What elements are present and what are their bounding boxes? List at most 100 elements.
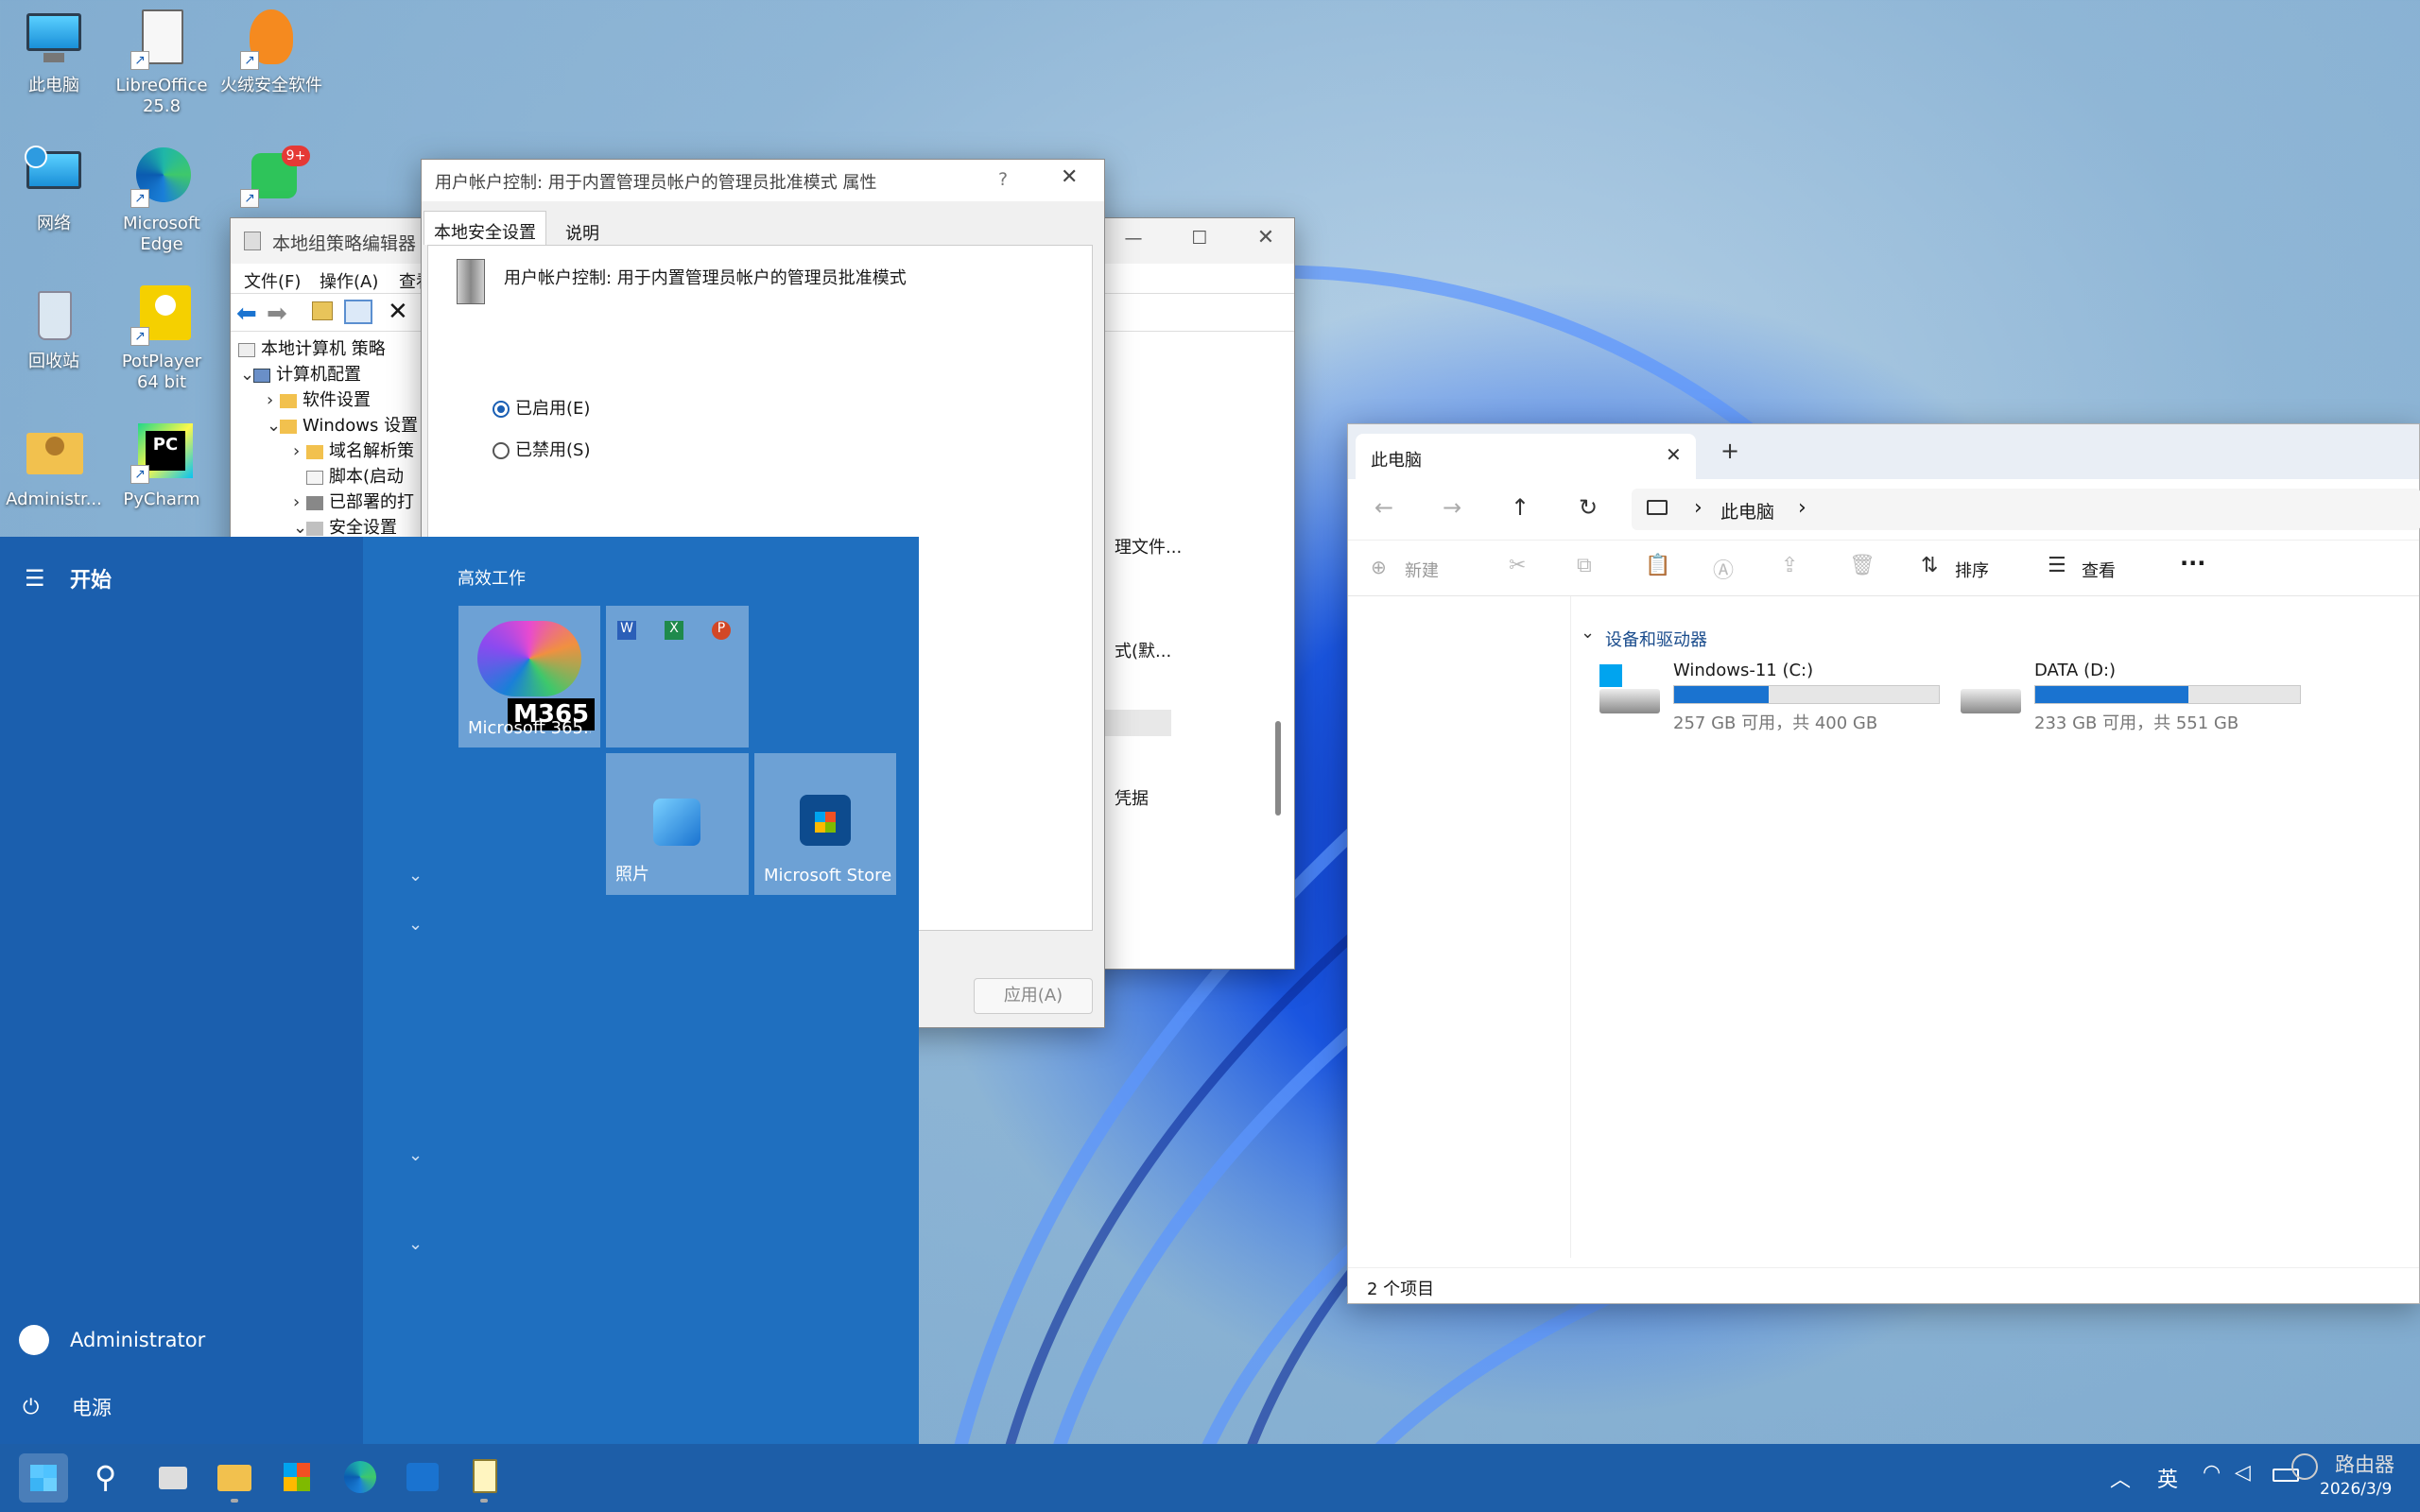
drive-item[interactable]: DATA (D:) 233 GB 可用，共 551 GB bbox=[1961, 661, 2301, 733]
outlook-taskbar-button[interactable] bbox=[397, 1453, 446, 1503]
tab-this-pc[interactable]: 此电脑 ✕ bbox=[1356, 434, 1696, 479]
tile-microsoft-store[interactable]: Microsoft Store bbox=[754, 753, 896, 895]
tree-item-security-settings[interactable]: ⌄ 安全设置 bbox=[293, 514, 397, 539]
close-button[interactable]: ✕ bbox=[1061, 165, 1078, 189]
drive-item[interactable]: Windows-11 (C:) 257 GB 可用，共 400 GB bbox=[1599, 661, 1940, 733]
vertical-scrollbar[interactable] bbox=[1275, 721, 1281, 816]
back-arrow-icon[interactable]: ⬅ bbox=[236, 300, 257, 328]
desktop-icon-potplayer[interactable]: ↗ PotPlayer 64 bit bbox=[110, 282, 214, 393]
sort-icon[interactable]: ⇅ bbox=[1921, 554, 1938, 577]
show-hidden-icons-icon[interactable]: ︿ bbox=[2110, 1463, 2131, 1493]
desktop-icon-wechat[interactable]: 9+ ↗ bbox=[219, 144, 323, 214]
share-icon[interactable]: ⇪ bbox=[1781, 554, 1798, 577]
minimize-button[interactable]: — bbox=[1119, 228, 1148, 250]
more-button[interactable]: ··· bbox=[2180, 550, 2205, 576]
desktop-icon-recycle-bin[interactable]: 回收站 bbox=[2, 282, 106, 372]
tile-office-folder[interactable]: W X P bbox=[606, 606, 749, 747]
chevron-down-icon[interactable]: ⌄ bbox=[267, 416, 281, 436]
chevron-right-icon[interactable]: › bbox=[267, 390, 280, 410]
chevron-down-icon[interactable]: ⌄ bbox=[1581, 623, 1595, 643]
sort-button[interactable]: 排序 bbox=[1955, 558, 1989, 582]
radio-enabled-indicator[interactable] bbox=[493, 401, 510, 418]
desktop-icon-pycharm[interactable]: PC ↗ PyCharm bbox=[110, 420, 214, 510]
view-button[interactable]: 查看 bbox=[2082, 558, 2116, 582]
up-icon[interactable]: ↑ bbox=[1511, 494, 1530, 521]
desktop-icon-network[interactable]: 网络 bbox=[2, 144, 106, 234]
chevron-right-icon[interactable]: › bbox=[293, 441, 306, 461]
tile-microsoft-365[interactable]: M365 Microsoft 365... bbox=[458, 606, 600, 747]
group-header[interactable]: 设备和驱动器 bbox=[1605, 627, 1707, 651]
desktop-icon-libreoffice[interactable]: ↗ LibreOffice 25.8 bbox=[110, 6, 214, 117]
policy-row-fragment[interactable]: 凭据 bbox=[1115, 785, 1149, 810]
breadcrumb-separator-icon[interactable]: › bbox=[1798, 496, 1806, 520]
chevron-down-icon[interactable]: ⌄ bbox=[408, 866, 423, 885]
file-explorer-window[interactable]: 此电脑 ✕ + ← → ↑ ↻ › 此电脑 › ⊕ 新建 ✂ ⧉ 📋 Ⓐ ⇪ 🗑… bbox=[1347, 423, 2420, 1304]
tree-item-deployed-printers[interactable]: › 已部署的打 bbox=[293, 489, 414, 513]
tab-explain[interactable]: 说明 bbox=[556, 215, 609, 245]
menu-file[interactable]: 文件(F) bbox=[244, 268, 301, 293]
file-explorer-taskbar-button[interactable] bbox=[210, 1453, 259, 1503]
chevron-down-icon[interactable]: ⌄ bbox=[408, 915, 423, 935]
back-icon[interactable]: ← bbox=[1374, 494, 1393, 521]
copy-icon[interactable]: ⧉ bbox=[1577, 554, 1592, 577]
dialog-titlebar[interactable]: 用户帐户控制: 用于内置管理员帐户的管理员批准模式 属性 ? ✕ bbox=[422, 160, 1104, 201]
hamburger-icon[interactable]: ☰ bbox=[25, 565, 45, 592]
refresh-icon[interactable]: ↻ bbox=[1579, 494, 1598, 521]
task-view-button[interactable] bbox=[147, 1453, 197, 1503]
tree-item-software-settings[interactable]: › 软件设置 bbox=[267, 387, 371, 411]
search-button[interactable]: ⚲ bbox=[85, 1453, 134, 1503]
delete-icon[interactable]: ✕ bbox=[388, 298, 408, 326]
chevron-down-icon[interactable]: ⌄ bbox=[240, 365, 254, 385]
apply-button[interactable]: 应用(A) bbox=[974, 978, 1093, 1014]
delete-icon[interactable]: 🗑 bbox=[1849, 554, 1876, 577]
desktop-icon-huorong[interactable]: ↗ 火绒安全软件 bbox=[219, 6, 323, 96]
notepad-taskbar-button[interactable] bbox=[459, 1453, 509, 1503]
tree-item-computer-config[interactable]: ⌄ 计算机配置 bbox=[240, 361, 361, 386]
clock-date[interactable]: 2026/3/9 bbox=[2320, 1480, 2392, 1499]
chevron-down-icon[interactable]: ⌄ bbox=[293, 518, 307, 538]
view-icon[interactable]: ☰ bbox=[2048, 554, 2066, 577]
menu-action[interactable]: 操作(A) bbox=[320, 268, 378, 293]
chevron-right-icon[interactable]: › bbox=[293, 492, 306, 512]
chevron-down-icon[interactable]: ⌄ bbox=[408, 1234, 423, 1254]
forward-arrow-icon[interactable]: ➡ bbox=[267, 300, 287, 328]
help-button[interactable]: ? bbox=[998, 169, 1008, 190]
wifi-icon[interactable]: ◠ bbox=[2203, 1461, 2221, 1485]
policy-row-fragment[interactable]: 式(默... bbox=[1115, 638, 1171, 662]
radio-disabled-indicator[interactable] bbox=[493, 442, 510, 459]
power-button[interactable]: ⏻ 电源 bbox=[23, 1393, 112, 1427]
paste-icon[interactable]: 📋 bbox=[1645, 554, 1670, 577]
up-folder-icon[interactable] bbox=[312, 301, 333, 320]
policy-row-selected[interactable] bbox=[1101, 710, 1171, 736]
tree-item-windows-settings[interactable]: ⌄ Windows 设置 bbox=[267, 412, 418, 437]
input-method-indicator[interactable]: 英 bbox=[2157, 1463, 2178, 1493]
new-tab-button[interactable]: + bbox=[1720, 438, 1739, 464]
forward-icon[interactable]: → bbox=[1443, 494, 1461, 521]
user-account-button[interactable]: Administrator bbox=[19, 1325, 205, 1359]
edge-taskbar-button[interactable] bbox=[335, 1453, 384, 1503]
desktop-icon-this-pc[interactable]: 此电脑 bbox=[2, 6, 106, 96]
desktop-icon-admin-folder[interactable]: Administr... bbox=[2, 420, 106, 510]
chevron-down-icon[interactable]: ⌄ bbox=[408, 1145, 423, 1165]
desktop-icon-edge[interactable]: ↗ Microsoft Edge bbox=[110, 144, 214, 255]
close-tab-icon[interactable]: ✕ bbox=[1666, 443, 1682, 466]
radio-disabled[interactable]: 已禁用(S) bbox=[493, 437, 590, 461]
store-taskbar-button[interactable] bbox=[272, 1453, 321, 1503]
show-hide-tree-icon[interactable] bbox=[344, 300, 372, 324]
new-button[interactable]: 新建 bbox=[1405, 558, 1439, 582]
cut-icon[interactable]: ✂ bbox=[1509, 554, 1526, 577]
start-button[interactable] bbox=[19, 1453, 68, 1503]
tree-item-scripts[interactable]: 脚本(启动 bbox=[306, 463, 404, 488]
policy-row-fragment[interactable]: 理文件... bbox=[1115, 534, 1182, 558]
volume-icon[interactable]: ◁ bbox=[2235, 1461, 2251, 1485]
tree-item-local-policy[interactable]: 本地计算机 策略 bbox=[238, 335, 386, 360]
close-button[interactable]: ✕ bbox=[1252, 226, 1280, 249]
breadcrumb[interactable]: 此电脑 bbox=[1720, 498, 1774, 524]
radio-enabled[interactable]: 已启用(E) bbox=[493, 395, 590, 420]
tree-item-dns[interactable]: › 域名解析策 bbox=[293, 438, 414, 462]
address-field[interactable]: › 此电脑 › bbox=[1632, 489, 2420, 530]
maximize-button[interactable]: ☐ bbox=[1185, 228, 1214, 250]
tab-local-security-setting[interactable]: 本地安全设置 bbox=[424, 211, 546, 245]
new-plus-icon[interactable]: ⊕ bbox=[1371, 556, 1387, 578]
tile-photos[interactable]: 照片 bbox=[606, 753, 749, 895]
